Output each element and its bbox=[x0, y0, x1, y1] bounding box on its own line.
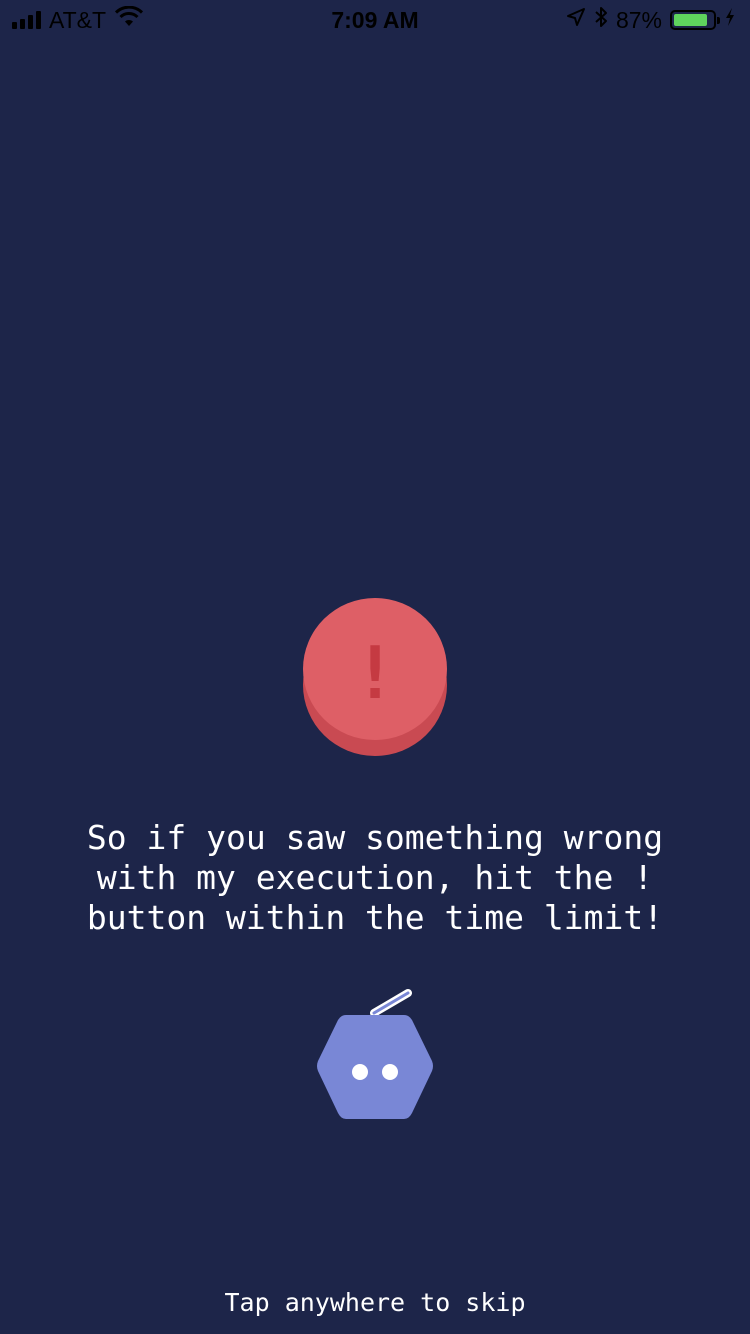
robot-icon bbox=[312, 985, 438, 1125]
battery-icon bbox=[670, 10, 720, 30]
status-bar-right: 87% bbox=[566, 6, 736, 34]
exclamation-icon: ! bbox=[353, 631, 397, 715]
status-bar: AT&T 7:09 AM 87% bbox=[0, 0, 750, 40]
skip-prompt[interactable]: Tap anywhere to skip bbox=[0, 1286, 750, 1320]
alert-button[interactable]: ! bbox=[303, 598, 447, 756]
battery-fill bbox=[674, 14, 707, 26]
charging-icon bbox=[724, 7, 736, 33]
tutorial-message: So if you saw something wrong with my ex… bbox=[86, 818, 664, 937]
tutorial-screen[interactable]: AT&T 7:09 AM 87% ! So if you saw somethi… bbox=[0, 0, 750, 1334]
alert-button-face: ! bbox=[303, 598, 447, 740]
battery-percent: 87% bbox=[615, 7, 662, 33]
bluetooth-icon bbox=[594, 6, 608, 34]
location-icon bbox=[566, 7, 586, 33]
